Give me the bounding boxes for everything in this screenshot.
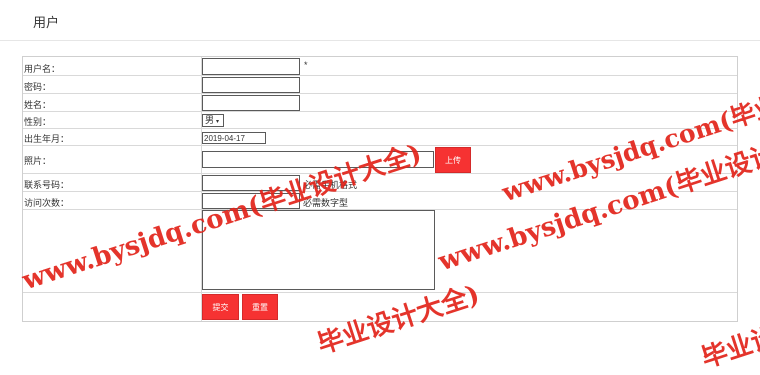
form-row-actions: 提交 重置 (23, 293, 737, 321)
phone-hint: 必需手机格式 (303, 180, 358, 190)
visits-input[interactable] (202, 193, 300, 209)
form-row-remark (23, 210, 737, 293)
visits-label: 访问次数： (24, 198, 70, 208)
page-title: 用户 (33, 15, 60, 30)
birth-date-input[interactable] (202, 132, 266, 144)
password-label: 密码： (24, 82, 52, 92)
form-row-username: 用户名： * (23, 57, 737, 76)
user-form: 用户名： * 密码： 姓名： 性别： 男▾ 出生年月： 照片： 上传 联系 (22, 56, 738, 322)
remark-textarea[interactable] (202, 210, 435, 290)
form-row-visits: 访问次数： 必需数字型 (23, 192, 737, 210)
form-row-gender: 性别： 男 ▾ (23, 112, 737, 129)
photo-label: 照片： (24, 156, 52, 166)
username-label: 用户名： (24, 64, 61, 74)
birth-label: 出生年月： (24, 134, 70, 144)
username-input[interactable] (202, 58, 300, 75)
photo-path-input[interactable] (202, 151, 434, 168)
chevron-down-icon: ▾ (216, 119, 220, 125)
required-mark: * (304, 60, 308, 70)
gender-selected-value: 男 (205, 115, 215, 125)
phone-label: 联系号码： (24, 180, 70, 190)
upload-button[interactable]: 上传 (435, 147, 471, 173)
page-header: 用户 (0, 0, 760, 41)
visits-hint: 必需数字型 (303, 198, 349, 208)
form-row-birth: 出生年月： (23, 129, 737, 146)
form-row-password: 密码： (23, 76, 737, 94)
form-row-photo: 照片： 上传 (23, 146, 737, 174)
name-label: 姓名： (24, 100, 52, 110)
submit-button[interactable]: 提交 (202, 294, 239, 320)
password-input[interactable] (202, 77, 300, 93)
form-row-phone: 联系号码： 必需手机格式 (23, 174, 737, 192)
gender-select[interactable]: 男 ▾ (202, 114, 224, 127)
phone-input[interactable] (202, 175, 300, 191)
name-input[interactable] (202, 95, 300, 111)
reset-button[interactable]: 重置 (242, 294, 278, 320)
form-row-name: 姓名： (23, 94, 737, 112)
gender-label: 性别： (24, 117, 52, 127)
